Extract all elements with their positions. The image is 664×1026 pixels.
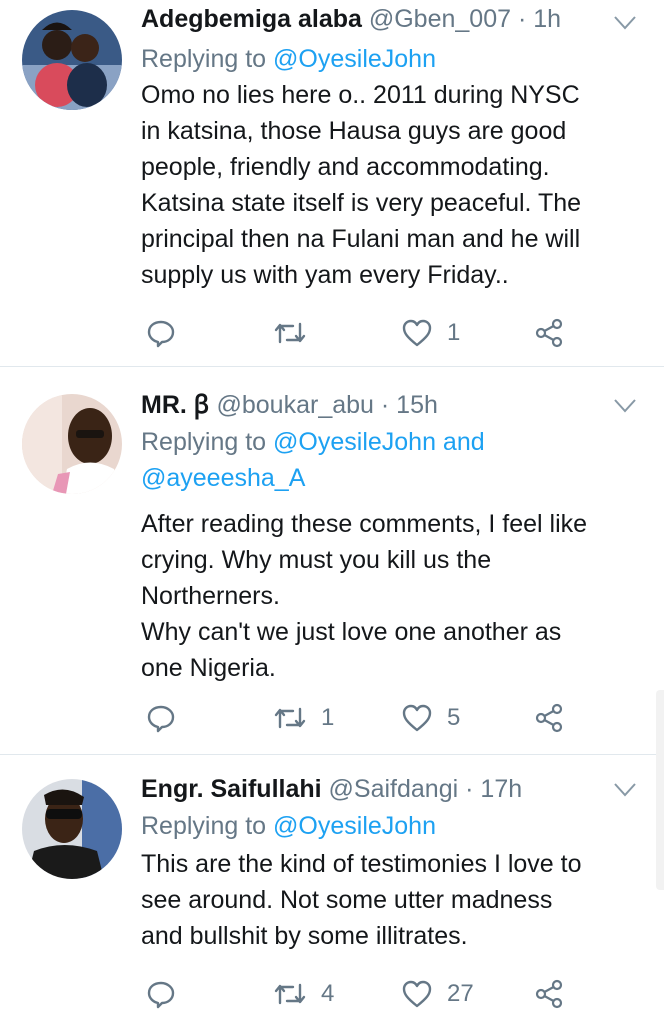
like-button[interactable]: 1 (401, 313, 460, 353)
tweet-header: MR. ꞵ @boukar_abu · 15h (141, 388, 644, 422)
tweet-1[interactable]: Adegbemiga alaba @Gben_007 · 1h Replying… (0, 0, 664, 367)
share-icon (534, 979, 564, 1009)
timestamp[interactable]: 17h (480, 775, 522, 803)
avatar[interactable] (22, 394, 122, 494)
tweet-actions: 4 27 (141, 974, 641, 1014)
reply-icon (146, 318, 176, 348)
reply-button[interactable] (146, 313, 176, 353)
avatar[interactable] (22, 779, 122, 879)
tweet-text-line: and bullshit by some illitrates. (141, 922, 468, 950)
retweet-icon (273, 703, 307, 733)
mention-link[interactable]: @OyesileJohn (273, 812, 436, 840)
tweet-text-line: principal then na Fulani man and he will (141, 225, 581, 253)
retweet-icon (273, 979, 307, 1009)
reply-button[interactable] (146, 698, 176, 738)
tweet-text-line: in katsina, those Hausa guys are good (141, 117, 567, 145)
tweet-text: This are the kind of testimonies I love … (141, 846, 644, 954)
tweet-text: After reading these comments, I feel lik… (141, 506, 644, 686)
tweet-header: Engr. Saifullahi @Saifdangi · 17h (141, 772, 644, 806)
share-button[interactable] (534, 698, 564, 738)
tweet-text: Omo no lies here o.. 2011 during NYSC in… (141, 77, 644, 293)
replying-to: Replying to @OyesileJohn and (141, 424, 644, 460)
tweet-text-line: see around. Not some utter madness (141, 886, 553, 914)
tweet-header: Adegbemiga alaba @Gben_007 · 1h (141, 2, 644, 36)
tweet-actions: 1 (141, 313, 641, 353)
retweet-icon (273, 318, 307, 348)
separator-dot: · (465, 775, 474, 803)
replying-to-label: Replying to (141, 45, 267, 73)
tweet-actions: 1 5 (141, 698, 641, 738)
separator-dot: · (517, 5, 527, 33)
tweet-text-line: people, friendly and accommodating. (141, 153, 550, 181)
tweet-text-line: one Nigeria. (141, 654, 276, 682)
heart-icon (401, 703, 433, 733)
separator-dot: · (380, 391, 390, 419)
replying-to-label: Replying to (141, 428, 267, 456)
like-button[interactable]: 5 (401, 698, 460, 738)
user-handle[interactable]: @boukar_abu (217, 391, 374, 419)
like-count: 1 (447, 319, 461, 346)
share-icon (534, 703, 564, 733)
retweet-button[interactable]: 4 (273, 974, 334, 1014)
reply-icon (146, 979, 176, 1009)
like-button[interactable]: 27 (401, 974, 474, 1014)
display-name[interactable]: Adegbemiga alaba (141, 5, 362, 33)
replying-to: Replying to @OyesileJohn (141, 808, 644, 844)
like-count: 27 (447, 980, 474, 1007)
replying-to-label: Replying to (141, 812, 267, 840)
tweet-text-line: supply us with yam every Friday.. (141, 261, 509, 289)
tweet-2[interactable]: MR. ꞵ @boukar_abu · 15h Replying to @Oye… (0, 367, 664, 755)
timestamp[interactable]: 15h (396, 391, 438, 419)
share-icon (534, 318, 564, 348)
tweet-3[interactable]: Engr. Saifullahi @Saifdangi · 17h Replyi… (0, 755, 664, 1026)
mention-link[interactable]: @OyesileJohn (273, 45, 436, 73)
user-handle[interactable]: @Gben_007 (369, 5, 511, 33)
retweet-count: 1 (321, 704, 335, 731)
avatar[interactable] (22, 10, 122, 110)
tweet-text-line: Why can't we just love one another as (141, 618, 562, 646)
replying-to: Replying to @OyesileJohn (141, 41, 644, 77)
reply-icon (146, 703, 176, 733)
replying-to-continued: @ayeeesha_A (141, 460, 644, 496)
retweet-button[interactable] (273, 313, 307, 353)
like-count: 5 (447, 704, 461, 731)
heart-icon (401, 979, 433, 1009)
reply-button[interactable] (146, 974, 176, 1014)
tweet-text-line: Katsina state itself is very peaceful. T… (141, 189, 582, 217)
retweet-button[interactable]: 1 (273, 698, 334, 738)
mention-link[interactable]: @ayeeesha_A (141, 464, 305, 492)
heart-icon (401, 318, 433, 348)
tweet-text-line: This are the kind of testimonies I love … (141, 850, 582, 878)
tweet-text-line: Omo no lies here o.. 2011 during NYSC (141, 81, 580, 109)
display-name[interactable]: MR. ꞵ (141, 391, 210, 419)
display-name[interactable]: Engr. Saifullahi (141, 775, 322, 803)
tweet-text-line: crying. Why must you kill us the (141, 546, 492, 574)
share-button[interactable] (534, 974, 564, 1014)
retweet-count: 4 (321, 980, 335, 1007)
user-handle[interactable]: @Saifdangi (329, 775, 459, 803)
share-button[interactable] (534, 313, 564, 353)
timestamp[interactable]: 1h (533, 5, 561, 33)
tweet-text-line: After reading these comments, I feel lik… (141, 510, 588, 538)
mention-link[interactable]: @OyesileJohn and (273, 428, 485, 456)
tweet-text-line: Northerners. (141, 582, 280, 610)
scrollbar[interactable] (656, 690, 664, 890)
